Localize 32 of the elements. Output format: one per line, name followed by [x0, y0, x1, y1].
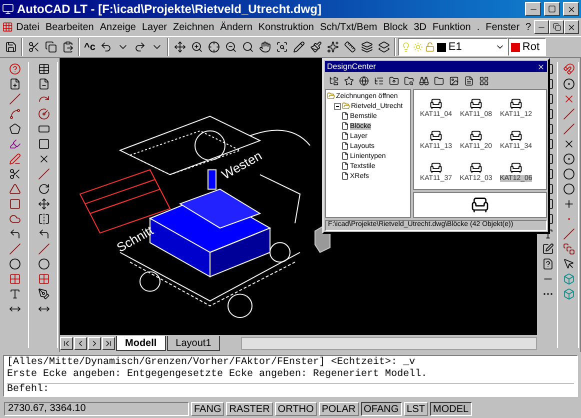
color-dropdown[interactable]: Rot [508, 38, 546, 56]
status-toggle[interactable]: LST [404, 402, 428, 416]
dialog-title: DesignCenter [327, 62, 376, 71]
menu-item[interactable]: Bearbeiten [42, 22, 97, 32]
layout-tab[interactable]: Modell [116, 336, 166, 351]
status-toggle[interactable]: RASTER [226, 402, 273, 416]
command-prompt: Befehl: [7, 384, 50, 396]
menu-item[interactable]: Sch/Txt/Bem [316, 22, 380, 32]
menu-item[interactable]: 3D [410, 22, 430, 32]
menu-item[interactable]: ? [522, 22, 534, 32]
menu-item[interactable]: Layer [138, 22, 170, 32]
status-toggle[interactable]: ORTHO [274, 402, 317, 416]
status-toggle[interactable]: FANG [191, 402, 224, 416]
menu-item[interactable]: Zeichnen [170, 22, 218, 32]
menu-item[interactable]: Konstruktion [255, 22, 317, 32]
command-history-line: Erste Ecke angeben: Entgegengesetzte Ecke angeben: Regeneriert Modell. [7, 369, 428, 381]
layout-tab[interactable]: Layout1 [166, 336, 220, 351]
menu-item[interactable]: Anzeige [96, 22, 139, 32]
menu-item[interactable]: Datei [13, 22, 42, 32]
menu-item[interactable]: Funktion [429, 22, 474, 32]
status-toggle[interactable]: OFANG [360, 402, 402, 416]
menu-item[interactable]: Fenster [482, 22, 523, 32]
window-title: AutoCAD LT - [F:\icad\Projekte\Rietveld_Utrecht.dwg] [17, 2, 322, 16]
menu-item[interactable]: . [474, 22, 483, 32]
layer-dropdown[interactable]: E1 [398, 38, 508, 56]
copy-clip-button[interactable]: ^c [82, 42, 98, 52]
menu-item[interactable]: Ändern [217, 22, 256, 32]
status-toggle[interactable]: POLAR [318, 402, 359, 416]
command-history-line: [Alles/Mitte/Dynamisch/Grenzen/Vorher/FAktor/FEnster] <Echtzeit>: _v [7, 357, 416, 368]
status-toggle[interactable]: MODEL [430, 402, 472, 416]
menu-item[interactable]: Block [380, 22, 411, 32]
coordinates-display: 2730.67, 3364.10 [4, 402, 189, 416]
